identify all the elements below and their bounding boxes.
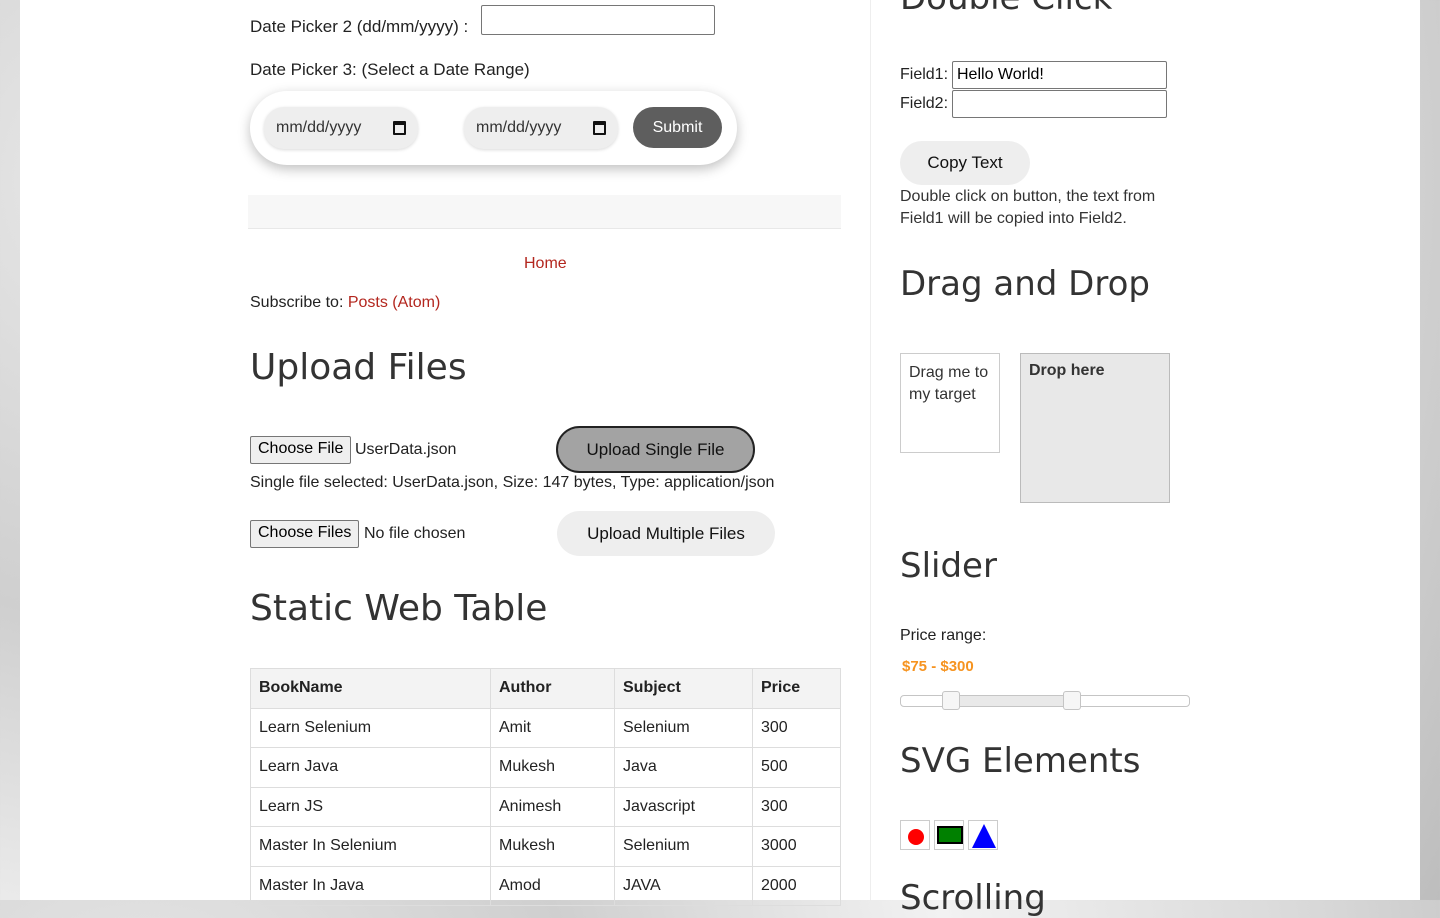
home-link[interactable]: Home — [524, 255, 567, 273]
copy-text-button[interactable]: Copy Text — [900, 141, 1030, 185]
slider-max-handle[interactable] — [1063, 691, 1081, 710]
column-header: Price — [752, 668, 841, 709]
slider-heading: Slider — [900, 546, 997, 586]
price-slider[interactable] — [900, 691, 1190, 710]
start-date-placeholder: mm/dd/yyyy — [276, 119, 362, 136]
submit-button[interactable]: Submit — [633, 107, 722, 148]
page-container: Date Picker 2 (dd/mm/yyyy) : Date Picker… — [20, 0, 1420, 918]
date-picker-2-label: Date Picker 2 (dd/mm/yyyy) : — [250, 17, 469, 36]
upload-single-file-button[interactable]: Upload Single File — [556, 426, 755, 473]
table-cell: Mukesh — [490, 826, 615, 867]
column-divider — [870, 0, 871, 900]
field1-input[interactable] — [952, 61, 1167, 89]
field1-label: Field1: — [900, 66, 949, 83]
multi-file-name: No file chosen — [364, 525, 466, 542]
table-cell: Learn JS — [250, 786, 491, 827]
table-cell: Master In Selenium — [250, 826, 491, 867]
date-range-form: mm/dd/yyyy mm/dd/yyyy Submit — [250, 91, 737, 165]
table-cell: Amit — [490, 707, 615, 748]
table-cell: 300 — [752, 707, 841, 748]
table-cell: Selenium — [614, 826, 753, 867]
end-date-input[interactable]: mm/dd/yyyy — [464, 107, 618, 149]
svg-triangle-box[interactable] — [968, 820, 998, 850]
table-cell: Animesh — [490, 786, 615, 827]
table-row: Learn JS Animesh Javascript 300 — [250, 786, 841, 827]
double-click-description: Double click on button, the text from Fi… — [900, 188, 1156, 227]
table-header-row: BookName Author Subject Price — [250, 668, 841, 709]
table-cell: 3000 — [752, 826, 841, 867]
price-range-value: $75 - $300 — [902, 658, 974, 675]
table-cell: Mukesh — [490, 747, 615, 788]
scrolling-heading: Scrolling — [900, 878, 1046, 918]
end-date-placeholder: mm/dd/yyyy — [476, 119, 562, 136]
date-picker-2-input[interactable] — [481, 5, 715, 35]
calendar-icon[interactable] — [393, 121, 406, 135]
blog-pager-bar — [248, 195, 841, 229]
static-web-table: BookName Author Subject Price Learn Sele… — [250, 668, 841, 906]
droppable-box[interactable]: Drop here — [1020, 353, 1170, 503]
column-header: BookName — [250, 668, 491, 709]
table-cell: Selenium — [614, 707, 753, 748]
drag-drop-heading: Drag and Drop — [900, 264, 1150, 304]
double-click-heading: Double Click — [900, 0, 1112, 18]
subscribe-line: Subscribe to: Posts (Atom) — [250, 294, 440, 312]
subscribe-prefix: Subscribe to: — [250, 294, 348, 311]
red-circle-icon — [908, 829, 924, 845]
slider-selected-range — [950, 696, 1072, 706]
start-date-input[interactable]: mm/dd/yyyy — [264, 107, 418, 149]
table-cell: 500 — [752, 747, 841, 788]
svg-elements-heading: SVG Elements — [900, 741, 1141, 781]
green-rectangle-icon — [937, 826, 963, 844]
column-header: Subject — [614, 668, 753, 709]
table-cell: Learn Java — [250, 747, 491, 788]
single-file-status: Single file selected: UserData.json, Siz… — [250, 474, 775, 491]
static-table-heading: Static Web Table — [250, 588, 548, 629]
posts-atom-link[interactable]: Posts (Atom) — [348, 294, 440, 311]
single-file-name: UserData.json — [355, 441, 457, 458]
upload-multiple-files-button[interactable]: Upload Multiple Files — [557, 511, 775, 556]
table-cell: Learn Selenium — [250, 707, 491, 748]
table-row: Learn Java Mukesh Java 500 — [250, 747, 841, 788]
field2-label: Field2: — [900, 95, 949, 112]
draggable-box[interactable]: Drag me to my target — [900, 353, 1000, 453]
table-cell: Java — [614, 747, 753, 788]
table-row: Learn Selenium Amit Selenium 300 — [250, 707, 841, 748]
table-cell: 300 — [752, 786, 841, 827]
field2-input[interactable] — [952, 90, 1167, 118]
svg-rectangle-box[interactable] — [934, 820, 964, 850]
upload-files-heading: Upload Files — [250, 347, 467, 388]
date-picker-3-label: Date Picker 3: (Select a Date Range) — [250, 60, 530, 79]
table-row: Master In Selenium Mukesh Selenium 3000 — [250, 826, 841, 867]
price-range-label: Price range: — [900, 627, 987, 644]
svg-circle-box[interactable] — [900, 820, 930, 850]
blue-triangle-icon — [972, 824, 996, 848]
choose-file-button[interactable]: Choose File — [250, 436, 352, 464]
calendar-icon[interactable] — [593, 121, 606, 135]
column-header: Author — [490, 668, 615, 709]
choose-files-button[interactable]: Choose Files — [250, 520, 360, 548]
slider-min-handle[interactable] — [941, 691, 960, 710]
table-cell: Javascript — [614, 786, 753, 827]
